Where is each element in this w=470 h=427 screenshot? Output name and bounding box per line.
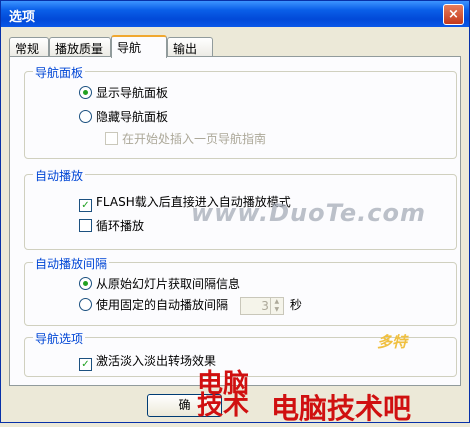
close-button[interactable]: × [443, 4, 464, 25]
radio-label: 从原始幻灯片获取间隔信息 [96, 277, 241, 291]
radio-from-original[interactable]: 从原始幻灯片获取间隔信息 [79, 275, 240, 292]
tab-playback-quality[interactable]: 播放质量 [49, 37, 111, 56]
checkbox-label: 激活淡入淡出转场效果 [96, 354, 217, 368]
interval-unit: 秒 [289, 298, 302, 312]
checkbox-icon[interactable] [79, 219, 92, 232]
checkbox-label: 在开始处插入一页导航指南 [122, 132, 267, 146]
group-title: 导航面板 [33, 64, 86, 81]
checkbox-icon [105, 132, 118, 145]
logo-mark: 多特 [377, 333, 408, 351]
group-title: 自动播放 [33, 167, 86, 184]
radio-show-nav[interactable]: 显示导航面板 [79, 84, 168, 101]
radio-selected-icon[interactable] [79, 86, 92, 99]
interval-stepper: 3 ▲ ▼ [239, 296, 284, 315]
check-icon[interactable]: ✓ [79, 199, 92, 212]
tab-navigation[interactable]: 导航 [111, 35, 167, 58]
interval-value: 3 [261, 298, 269, 313]
logo-left-line-2: 技术 [197, 391, 250, 421]
window-title: 选项 [9, 10, 36, 25]
tab-output[interactable]: 输出 [167, 37, 213, 56]
spin-arrows-icon: ▲ ▼ [269, 297, 283, 314]
checkbox-label: 循环播放 [96, 219, 145, 233]
checkbox-fade[interactable]: ✓ 激活淡入淡出转场效果 [79, 352, 216, 371]
checkbox-insert-guide: 在开始处插入一页导航指南 [105, 130, 266, 147]
radio-icon[interactable] [79, 110, 92, 123]
checkbox-loop[interactable]: 循环播放 [79, 217, 144, 234]
radio-icon[interactable] [79, 298, 92, 311]
title-bar: 选项 × [1, 1, 469, 27]
radio-label: 隐藏导航面板 [96, 110, 169, 124]
options-dialog: 选项 × 常规 播放质量 导航 输出 导航面板 显示导航面板 隐藏导航面板 在开… [0, 0, 470, 425]
tab-general[interactable]: 常规 [9, 37, 49, 56]
radio-label: 使用固定的自动播放间隔 [96, 298, 229, 312]
logo-left: 电脑 技术 [197, 371, 250, 421]
watermark-site: www.DuoTe.com [191, 199, 426, 227]
logo-right: 电脑技术吧 [271, 392, 412, 425]
group-title: 自动播放间隔 [33, 255, 110, 272]
radio-fixed-interval[interactable]: 使用固定的自动播放间隔 3 ▲ ▼ 秒 [79, 296, 302, 315]
radio-label: 显示导航面板 [96, 86, 169, 100]
group-title: 导航选项 [33, 330, 86, 347]
group-interval: 自动播放间隔 从原始幻灯片获取间隔信息 使用固定的自动播放间隔 3 ▲ ▼ 秒 [24, 255, 457, 326]
radio-hide-nav[interactable]: 隐藏导航面板 [79, 108, 168, 125]
check-icon[interactable]: ✓ [79, 358, 92, 371]
radio-selected-icon[interactable] [79, 277, 92, 290]
group-nav-panel: 导航面板 显示导航面板 隐藏导航面板 在开始处插入一页导航指南 [24, 64, 457, 159]
